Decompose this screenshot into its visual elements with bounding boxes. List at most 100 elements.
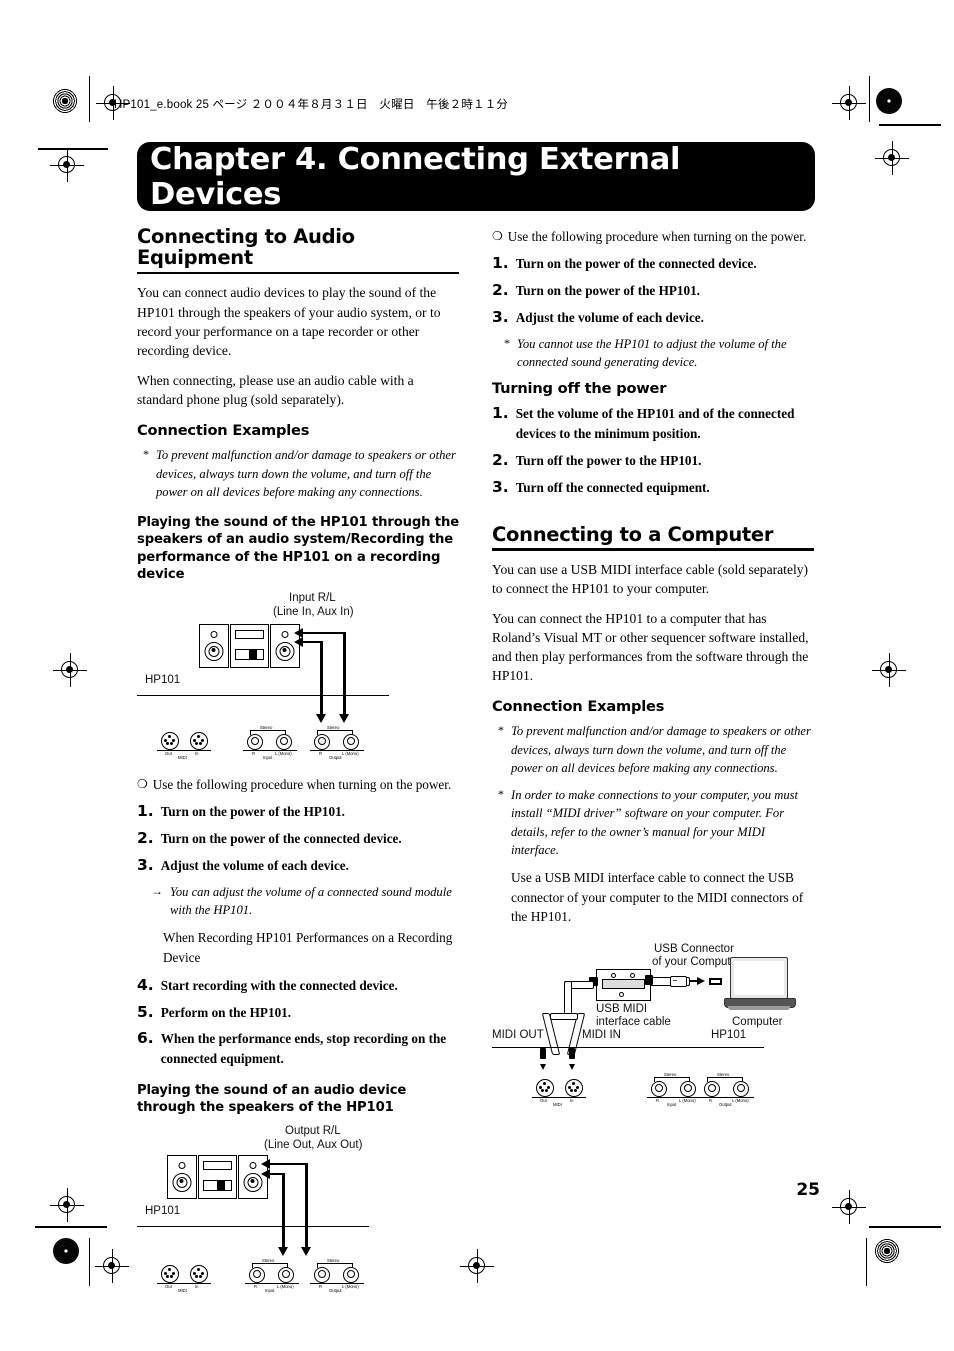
step-text: Adjust the volume of each device.	[160, 857, 349, 873]
recording-intro-line: When Recording HP101 Performances on a R…	[163, 930, 453, 965]
trim-line-bottom-left-horizontal	[35, 1226, 107, 1228]
step-item: 4. Start recording with the connected de…	[137, 976, 459, 996]
input-jack-l	[276, 733, 292, 750]
input-group-line	[647, 1096, 701, 1098]
registration-crosshair-middle-right	[872, 653, 906, 687]
interface-led-2	[630, 972, 635, 978]
midi-out-label: Out	[165, 1283, 172, 1289]
audio-system-left-speaker	[167, 1154, 197, 1199]
step-number: 2.	[492, 281, 509, 300]
steps-power-on-right: 1. Turn on the power of the connected de…	[492, 254, 814, 327]
computer-intro-paragraph-2: You can connect the HP101 to a computer …	[492, 610, 809, 684]
section-rule	[137, 271, 459, 275]
section-title-audio-equipment: Connecting to Audio Equipment	[137, 225, 355, 270]
midi-group-label: MIDI	[553, 1101, 562, 1107]
step-number: 3.	[137, 855, 154, 874]
step-item: 2. Turn on the power of the HP101.	[492, 281, 814, 301]
output-jack-r	[704, 1080, 720, 1097]
computer-intro-paragraph-1: You can use a USB MIDI interface cable (…	[492, 561, 809, 596]
computer-label: Computer	[732, 1015, 783, 1028]
registration-crosshair-top-right-outer	[832, 86, 866, 120]
usb-arrow-shaft	[690, 979, 698, 982]
step-number: 1.	[492, 404, 509, 423]
speaker-tweeter-icon	[249, 1161, 257, 1169]
registration-dot-top-left	[52, 88, 78, 114]
steps-recording-left: 4. Start recording with the connected de…	[137, 976, 459, 1069]
midi-in-label: In	[195, 750, 199, 756]
right-column: ❍ Use the following procedure when turni…	[492, 226, 814, 1133]
power-on-note-right: ❍ Use the following procedure when turni…	[492, 228, 814, 246]
caution-marker: *	[504, 335, 510, 350]
figure-output-rl: Output R/L (Line Out, Aux Out) HP101 Out…	[137, 1125, 459, 1295]
registration-crosshair-bottom-left-inner	[95, 1249, 129, 1283]
step-text: Adjust the volume of each device.	[515, 310, 704, 326]
step-item: 5. Perform on the HP101.	[137, 1003, 459, 1023]
step-item: 3. Adjust the volume of each device.	[492, 308, 814, 328]
computer-laptop-illustration	[724, 956, 796, 1011]
output-group-label: Output	[329, 1287, 342, 1293]
caution-note-computer-1: * To prevent malfunction and/or damage t…	[492, 722, 814, 777]
input-jack-r-label: R	[254, 1283, 258, 1289]
registration-crosshair-bottom-left-outer	[50, 1188, 84, 1222]
interface-connector-bar	[602, 978, 645, 989]
interface-led-1	[611, 972, 616, 978]
cable-left-vertical	[320, 640, 323, 720]
step-text: Turn on the power of the HP101.	[515, 283, 700, 299]
input-jack-r	[651, 1080, 667, 1097]
step-number: 2.	[492, 450, 509, 469]
subheading-playing-audio-device-through-hp101: Playing the sound of an audio device thr…	[137, 1082, 407, 1116]
output-group-label: Output	[719, 1101, 732, 1107]
heading-connection-examples-audio: Connection Examples	[137, 422, 310, 440]
input-group-label: Input	[667, 1101, 677, 1107]
midi-group-line	[157, 1282, 211, 1284]
output-group-line	[310, 1282, 364, 1284]
trim-line-bottom-left-vertical	[89, 1238, 91, 1286]
page-number: 25	[796, 1180, 820, 1200]
step-text: Turn off the power to the HP101.	[515, 452, 702, 468]
steps-turning-off: 1. Set the volume of the HP101 and of th…	[492, 404, 814, 497]
midi-out-panel-label: MIDI OUT	[492, 1028, 544, 1041]
interface-led-3	[619, 991, 624, 997]
amplifier-button	[217, 1179, 225, 1191]
figure-output-rl-canvas: Output R/L (Line Out, Aux Out) HP101 Out…	[137, 1125, 459, 1295]
arrow-into-right-speaker	[261, 1159, 270, 1170]
input-jack-r	[247, 733, 263, 750]
step-text: Start recording with the connected devic…	[160, 977, 398, 993]
output-group-line	[310, 749, 364, 751]
output-jack-l	[733, 1080, 749, 1097]
audio-system-amplifier	[198, 1154, 237, 1199]
speaker-tweeter-icon	[178, 1161, 186, 1169]
output-jack-l-label: L (Mono)	[342, 750, 359, 756]
caution-note-audio: * To prevent malfunction and/or damage t…	[137, 446, 459, 501]
speaker-woofer-icon	[275, 641, 295, 661]
caution-text: In order to make connections to your com…	[511, 788, 799, 857]
laptop-screen	[730, 956, 788, 999]
cable-right-horizontal	[267, 1162, 308, 1166]
computer-usage-paragraph: Use a USB MIDI interface cable to connec…	[511, 870, 804, 925]
registration-crosshair-bottom-right-inner	[832, 1190, 866, 1224]
usb-midi-cable-label-line1: USB MIDI	[596, 1002, 648, 1015]
step-number: 5.	[137, 1002, 154, 1021]
figure-input-title-line1: Input R/L	[289, 591, 336, 604]
step-text: Turn on the power of the HP101.	[160, 804, 345, 820]
registration-crosshair-middle-left	[53, 653, 87, 687]
midi-in-label: In	[570, 1097, 574, 1103]
trim-line-top-right-vertical	[869, 76, 871, 122]
trim-line-bottom-right-vertical	[866, 1238, 868, 1286]
speaker-woofer-icon	[204, 641, 224, 661]
step-number: 3.	[492, 477, 509, 496]
midi-group-line	[532, 1096, 586, 1098]
arrow-down-output-r	[316, 713, 326, 723]
registration-dot-bottom-left	[53, 1238, 79, 1264]
chapter-title-banner: Chapter 4. Connecting External Devices	[137, 142, 815, 212]
power-on-note-text: Use the following procedure when turning…	[152, 776, 452, 792]
tip-marker: →	[151, 883, 163, 898]
power-on-note-text: Use the following procedure when turning…	[507, 229, 807, 244]
step-text: Turn on the power of the connected devic…	[515, 256, 757, 272]
tip-note-left: → You can adjust the volume of a connect…	[137, 883, 459, 920]
laptop-foot	[728, 1005, 790, 1010]
output-jack-r	[314, 1266, 330, 1283]
step-text: When the performance ends, stop recordin…	[160, 1031, 447, 1067]
step-item: 2. Turn off the power to the HP101.	[492, 451, 814, 471]
caution-text: You cannot use the HP101 to adjust the v…	[517, 336, 787, 370]
